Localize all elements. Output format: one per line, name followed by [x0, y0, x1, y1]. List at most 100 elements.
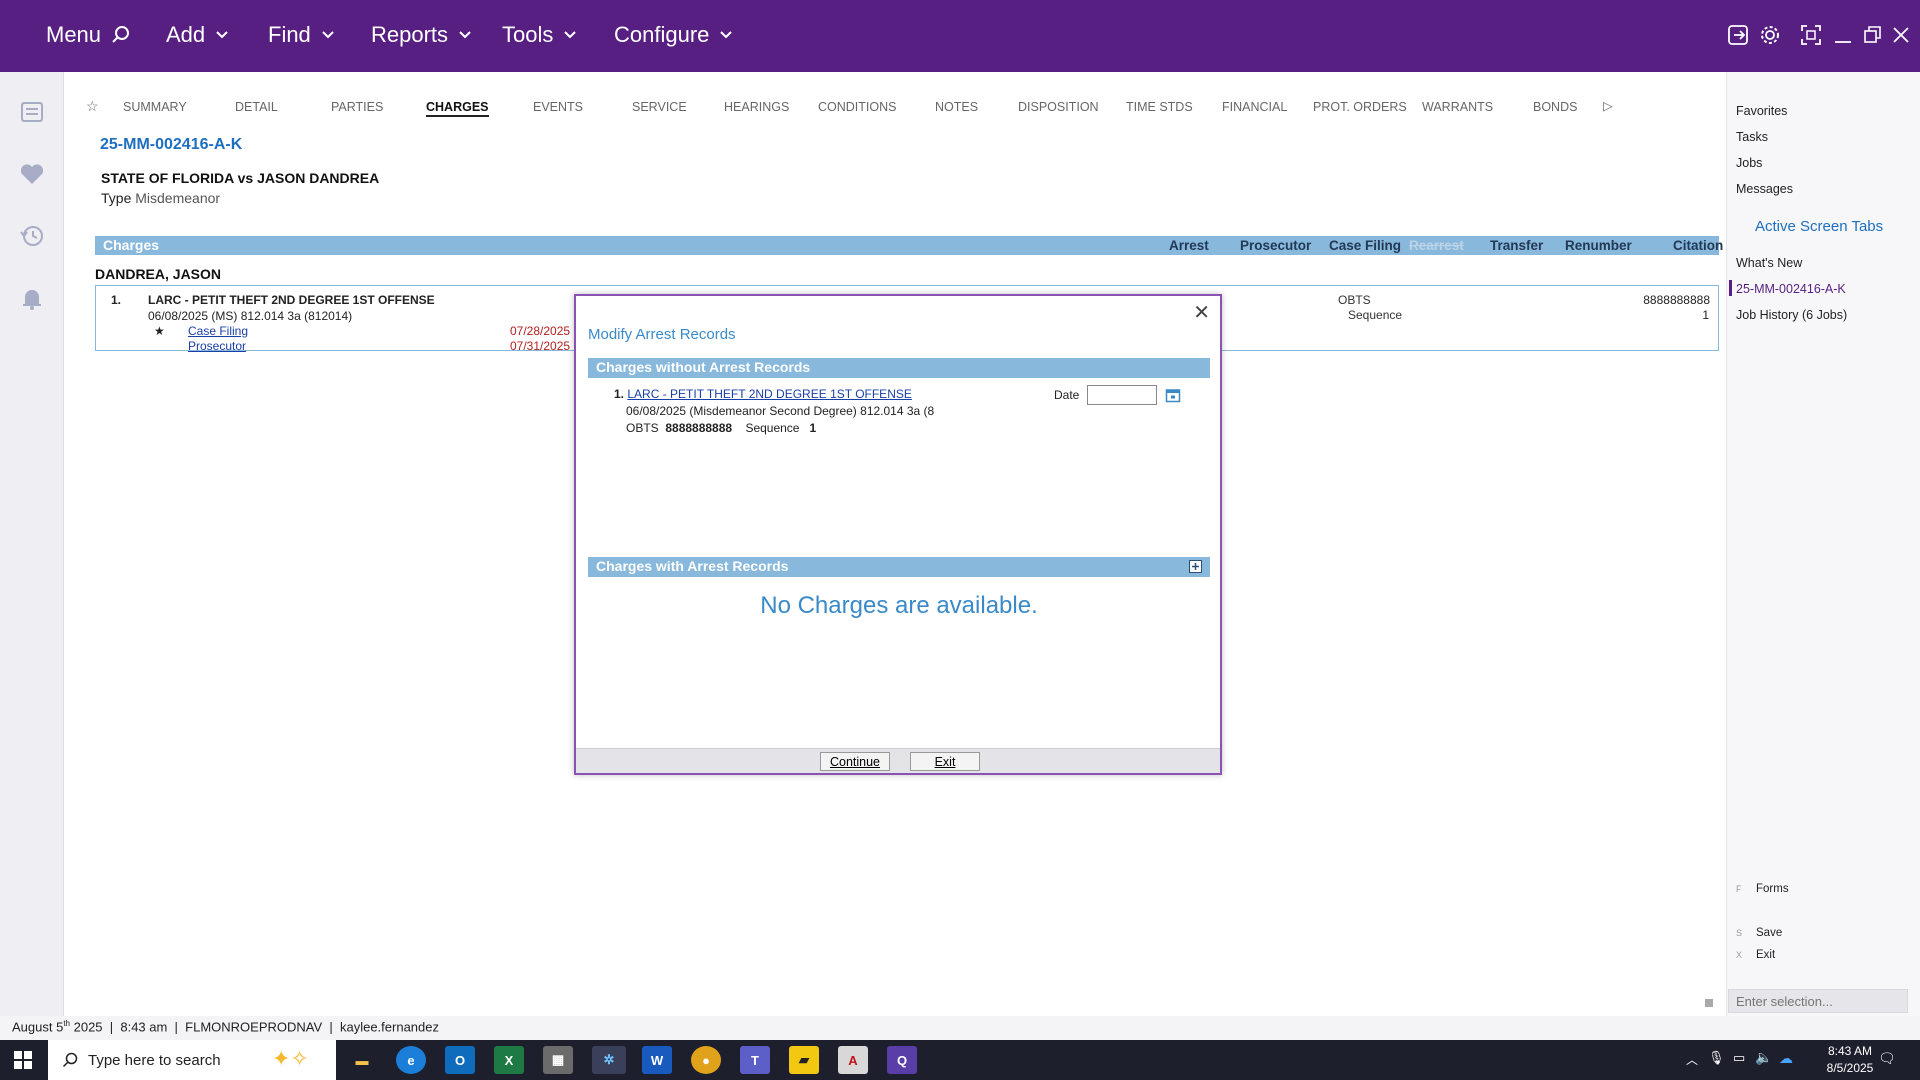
- file-explorer-icon[interactable]: ▬: [347, 1046, 377, 1074]
- selection-input[interactable]: [1728, 989, 1908, 1013]
- exit-button[interactable]: Exit: [910, 752, 980, 771]
- case-number: 25-MM-002416-A-K: [100, 136, 243, 153]
- save-shortcut-key: S: [1736, 928, 1743, 938]
- tray-chevron-up-icon[interactable]: ︿: [1686, 1051, 1698, 1068]
- taskbar-search[interactable]: Type here to search ✦✧: [48, 1040, 336, 1080]
- tab-summary[interactable]: SUMMARY: [123, 100, 187, 114]
- whats-new-link[interactable]: What's New: [1736, 256, 1802, 270]
- tab-bonds[interactable]: BONDS: [1533, 100, 1577, 114]
- word-icon[interactable]: W: [642, 1046, 672, 1074]
- tab-hearings[interactable]: HEARINGS: [724, 100, 789, 114]
- windows-start-icon[interactable]: [14, 1051, 32, 1074]
- fullscreen-icon[interactable]: [1798, 22, 1824, 48]
- favorites-link[interactable]: Favorites: [1736, 104, 1787, 118]
- restore-icon[interactable]: [1860, 22, 1886, 48]
- forms-link[interactable]: Forms: [1756, 883, 1789, 895]
- messages-link[interactable]: Messages: [1736, 182, 1793, 196]
- calculator-icon[interactable]: ▦: [543, 1046, 573, 1074]
- outlook-icon[interactable]: O: [445, 1046, 475, 1074]
- app-icon[interactable]: Q: [887, 1046, 917, 1074]
- favorite-star-icon[interactable]: ☆: [86, 98, 99, 115]
- tools-label: Tools: [502, 22, 554, 47]
- tab-disposition[interactable]: DISPOSITION: [1018, 100, 1099, 114]
- configure-menu[interactable]: Configure: [614, 22, 733, 48]
- tab-prot-orders[interactable]: PROT. ORDERS: [1313, 100, 1407, 114]
- tab-parties[interactable]: PARTIES: [331, 100, 383, 114]
- tab-service[interactable]: SERVICE: [632, 100, 687, 114]
- transfer-link[interactable]: Transfer: [1490, 238, 1543, 253]
- volume-icon[interactable]: 🔈: [1755, 1049, 1772, 1066]
- date-input[interactable]: [1087, 385, 1158, 405]
- rearrest-link: Rearrest: [1409, 238, 1464, 253]
- star-icon: ★: [154, 324, 165, 338]
- minimize-icon[interactable]: [1830, 22, 1856, 48]
- scroll-corner: [1705, 999, 1713, 1007]
- history-icon[interactable]: [18, 222, 46, 250]
- network-icon[interactable]: ▭: [1733, 1050, 1745, 1066]
- heart-icon[interactable]: [18, 160, 46, 188]
- left-rail: [0, 72, 64, 1016]
- add-menu[interactable]: Add: [166, 22, 229, 48]
- tab-conditions[interactable]: CONDITIONS: [818, 100, 896, 114]
- onedrive-icon[interactable]: ☁: [1779, 1050, 1793, 1067]
- current-case-tab[interactable]: 25-MM-002416-A-K: [1736, 282, 1846, 296]
- prosecutor-link[interactable]: Prosecutor: [1240, 238, 1311, 253]
- tab-events[interactable]: EVENTS: [533, 100, 583, 114]
- charge-detail: 06/08/2025 (MS) 812.014 3a (812014): [148, 309, 353, 323]
- case-type-value: Misdemeanor: [135, 190, 221, 206]
- case-filing-link[interactable]: Case Filing: [1329, 238, 1401, 253]
- reports-label: Reports: [371, 22, 449, 47]
- charge-case-filing-link[interactable]: Case Filing: [188, 324, 248, 338]
- microphone-icon[interactable]: 🎙: [1708, 1050, 1725, 1066]
- arrest-link[interactable]: Arrest: [1169, 238, 1209, 253]
- active-screen-tabs-heading: Active Screen Tabs: [1755, 218, 1884, 235]
- expand-icon[interactable]: [1189, 560, 1202, 573]
- tab-warrants[interactable]: WARRANTS: [1422, 100, 1493, 114]
- job-history-link[interactable]: Job History (6 Jobs): [1736, 308, 1847, 322]
- tab-charges[interactable]: CHARGES: [426, 100, 489, 117]
- tabs-scroll-right-icon[interactable]: ▷: [1603, 98, 1613, 113]
- modal-charge-link[interactable]: LARC - PETIT THEFT 2ND DEGREE 1ST OFFENS…: [627, 387, 912, 401]
- renumber-link[interactable]: Renumber: [1565, 238, 1632, 253]
- configure-label: Configure: [614, 22, 710, 47]
- exit-link[interactable]: Exit: [1756, 949, 1775, 961]
- jobs-link[interactable]: Jobs: [1736, 156, 1762, 170]
- case-type-label: Type: [101, 190, 132, 206]
- chrome-icon[interactable]: ●: [691, 1046, 721, 1074]
- tab-notes[interactable]: NOTES: [935, 100, 978, 114]
- edge-icon[interactable]: e: [396, 1046, 426, 1074]
- bell-icon[interactable]: [18, 284, 46, 312]
- case-tabs: ☆ SUMMARY DETAIL PARTIES CHARGES EVENTS …: [76, 96, 1716, 122]
- tab-financial[interactable]: FINANCIAL: [1222, 100, 1287, 114]
- acrobat-icon[interactable]: A: [838, 1046, 868, 1074]
- tab-detail[interactable]: DETAIL: [235, 100, 278, 114]
- teams-icon[interactable]: T: [740, 1046, 770, 1074]
- citation-link[interactable]: Citation: [1673, 238, 1723, 253]
- case-type: Type Misdemeanor: [101, 190, 220, 206]
- chevron-down-icon: [564, 31, 577, 39]
- charges-without-arrest-header: Charges without Arrest Records: [588, 358, 1210, 378]
- modal-sequence-value: 1: [809, 421, 817, 435]
- find-menu[interactable]: Find: [268, 22, 335, 48]
- gear-icon[interactable]: [1757, 22, 1783, 48]
- dialog-footer: Continue Exit: [576, 748, 1220, 773]
- arrest-date-field: Date: [1054, 385, 1181, 405]
- continue-button[interactable]: Continue: [820, 752, 890, 771]
- calendar-icon[interactable]: [1165, 387, 1181, 403]
- save-link[interactable]: Save: [1756, 927, 1782, 939]
- reports-menu[interactable]: Reports: [371, 22, 472, 48]
- menu-button[interactable]: Menu: [46, 22, 131, 48]
- tab-time-stds[interactable]: TIME STDS: [1126, 100, 1193, 114]
- excel-icon[interactable]: X: [494, 1046, 524, 1074]
- tools-menu[interactable]: Tools: [502, 22, 577, 48]
- document-list-icon[interactable]: [18, 98, 46, 126]
- charges-with-arrest-header: Charges with Arrest Records: [588, 557, 1210, 577]
- notifications-icon[interactable]: 🗨: [1878, 1050, 1896, 1067]
- sticky-notes-icon[interactable]: ▰: [789, 1046, 819, 1074]
- tasks-link[interactable]: Tasks: [1736, 130, 1768, 144]
- close-icon[interactable]: [1888, 22, 1914, 48]
- sign-out-icon[interactable]: [1726, 22, 1752, 48]
- close-icon[interactable]: ✕: [1193, 300, 1210, 325]
- court-app-icon[interactable]: ✲: [592, 1046, 626, 1074]
- charge-prosecutor-link[interactable]: Prosecutor: [188, 339, 246, 353]
